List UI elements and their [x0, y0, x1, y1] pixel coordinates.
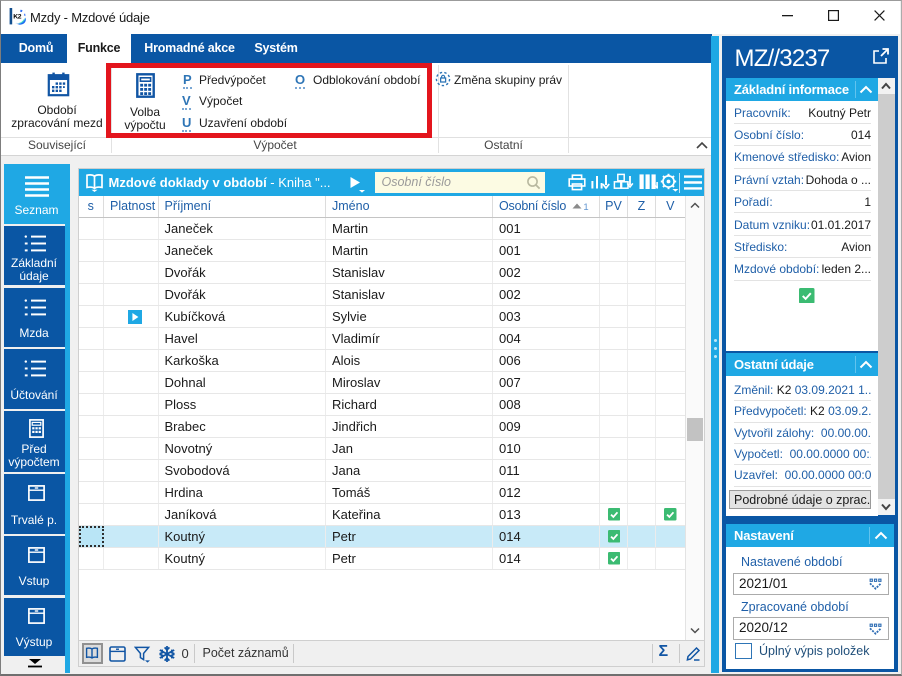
svg-text:K2: K2 — [13, 14, 22, 21]
